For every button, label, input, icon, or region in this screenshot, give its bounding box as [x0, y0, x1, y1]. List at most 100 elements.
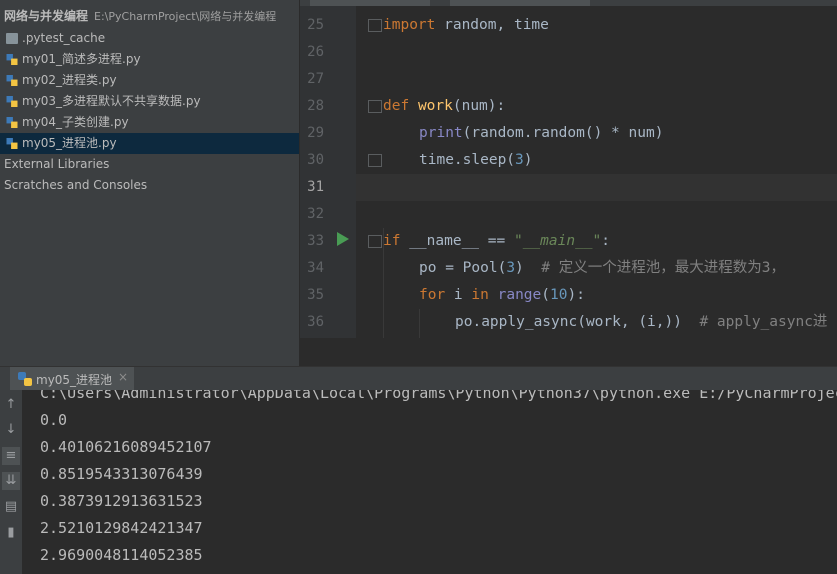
indent-guide	[419, 309, 420, 338]
fold-marker-icon[interactable]	[368, 235, 382, 248]
tree-item-label: .pytest_cache	[22, 31, 106, 45]
fold-marker-icon[interactable]	[368, 154, 382, 167]
trash-icon[interactable]: ▮	[2, 524, 20, 542]
line-number: 28	[307, 98, 324, 114]
code-text: i	[445, 287, 472, 303]
project-root[interactable]: 网络与并发编程 E:\PyCharmProject\网络与并发编程	[0, 6, 299, 27]
line-number: 29	[307, 125, 324, 141]
line-number: 30	[307, 152, 324, 168]
number: 3	[515, 152, 524, 168]
tree-item-label: my04_子类创建.py	[22, 115, 129, 129]
project-panel: 网络与并发编程 E:\PyCharmProject\网络与并发编程 .pytest…	[0, 0, 299, 366]
code-line-28: def work(num):	[383, 93, 505, 120]
code-line-35: for i in range(10):	[419, 282, 585, 309]
code-text: :	[601, 233, 611, 249]
scroll-to-end-icon[interactable]: ⇊	[2, 472, 20, 490]
current-line-highlight	[356, 174, 837, 201]
comment: # apply_async进	[699, 314, 828, 330]
tree-item-my02[interactable]: my02_进程类.py	[0, 70, 299, 91]
print-icon[interactable]: ▤	[2, 498, 20, 516]
builtin: range	[488, 287, 542, 303]
console-line: 2.5210129842421347	[40, 519, 203, 537]
tree-item-external-libraries[interactable]: External Libraries	[0, 154, 299, 175]
console-line: 0.3873912913631523	[40, 492, 203, 510]
code-line-30: time.sleep(3)	[419, 147, 533, 174]
editor-tab-strip	[300, 0, 837, 6]
code-editor[interactable]: 25 26 27 28 29 30 31 32 33 34 35 36 impo…	[300, 0, 837, 338]
line-number: 25	[307, 17, 324, 33]
tree-item-my03[interactable]: my03_多进程默认不共享数据.py	[0, 91, 299, 112]
line-number: 27	[307, 71, 324, 87]
number: 3	[506, 260, 516, 276]
tree-item-my01[interactable]: my01_简述多进程.py	[0, 49, 299, 70]
folder-icon	[6, 33, 18, 44]
line-number: 35	[307, 287, 324, 303]
tree-item-my04[interactable]: my04_子类创建.py	[0, 112, 299, 133]
tree-item-scratches[interactable]: Scratches and Consoles	[0, 175, 299, 196]
line-number: 34	[307, 260, 324, 276]
tree-item-label: Scratches and Consoles	[4, 178, 148, 192]
scroll-down-icon[interactable]: ↓	[2, 421, 20, 439]
keyword: for	[419, 287, 446, 303]
code-line-33: if __name__ == "__main__":	[383, 228, 610, 255]
tree-item-label: my05_进程池.py	[22, 136, 117, 150]
run-icon[interactable]	[337, 232, 349, 246]
python-file-icon	[6, 96, 18, 107]
python-file-icon	[6, 54, 18, 65]
scroll-up-icon[interactable]: ↑	[2, 396, 20, 414]
keyword: if	[383, 233, 401, 249]
run-tab[interactable]: my05_进程池 ×	[10, 367, 134, 391]
project-root-path: E:\PyCharmProject\网络与并发编程	[94, 10, 277, 23]
code-text: time.sleep(	[419, 152, 516, 168]
code-line-25: import random, time	[383, 12, 549, 39]
close-icon[interactable]: ×	[118, 370, 128, 384]
string: "__main__"	[513, 233, 602, 249]
function-name: work	[417, 98, 453, 114]
code-text: (num):	[452, 98, 506, 114]
code-text: po.apply_async(work, (i,))	[455, 314, 700, 330]
comment: # 定义一个进程池，最大进程数为3，	[541, 260, 785, 276]
tree-item-label: External Libraries	[4, 157, 110, 171]
soft-wrap-icon[interactable]: ≡	[2, 447, 20, 465]
python-file-icon	[6, 117, 18, 128]
run-tab-label: my05_进程池	[36, 373, 113, 387]
code-text: (random.random() * num)	[462, 125, 664, 141]
line-number: 26	[307, 44, 324, 60]
tree-item-my05[interactable]: my05_进程池.py	[0, 133, 299, 154]
python-file-icon	[6, 138, 18, 149]
keyword: import	[383, 17, 436, 33]
line-number: 31	[307, 179, 324, 195]
editor-tab[interactable]	[450, 0, 590, 6]
tree-item-label: my02_进程类.py	[22, 73, 117, 87]
editor-tab[interactable]	[310, 0, 430, 6]
console-line: 2.9690048114052385	[40, 546, 203, 564]
run-toolbar: ↑ ↓ ≡ ⇊ ▤ ▮	[0, 390, 22, 574]
line-number: 32	[307, 206, 324, 222]
code-text: ):	[567, 287, 585, 303]
editor-gutter: 25 26 27 28 29 30 31 32 33 34 35 36	[300, 0, 382, 338]
code-text: __name__ ==	[400, 233, 514, 249]
code-line-36: po.apply_async(work, (i,)) # apply_async…	[455, 309, 827, 336]
run-tab-bar: my05_进程池 ×	[0, 366, 837, 391]
console-output[interactable]: C:\Users\Administrator\AppData\Local\Pro…	[22, 390, 837, 574]
tree-item-pytest-cache[interactable]: .pytest_cache	[0, 28, 299, 49]
code-text: )	[523, 152, 533, 168]
fold-marker-icon[interactable]	[368, 100, 382, 113]
code-text: (	[541, 287, 550, 303]
console-line: 0.0	[40, 411, 68, 429]
number: 10	[550, 287, 568, 303]
builtin: print	[419, 125, 463, 141]
code-text: random, time	[435, 17, 549, 33]
code-text: po = Pool(	[419, 260, 507, 276]
console-line: 0.40106216089452107	[40, 438, 212, 456]
code-line-29: print(random.random() * num)	[419, 120, 663, 147]
project-root-name: 网络与并发编程	[4, 9, 89, 23]
python-icon	[18, 372, 32, 386]
tree-item-label: my01_简述多进程.py	[22, 52, 141, 66]
line-number: 33	[307, 233, 324, 249]
line-number: 36	[307, 314, 324, 330]
fold-marker-icon[interactable]	[368, 19, 382, 32]
console-line: 0.8519543313076439	[40, 465, 203, 483]
tree-item-label: my03_多进程默认不共享数据.py	[22, 94, 201, 108]
keyword: def	[383, 98, 410, 114]
